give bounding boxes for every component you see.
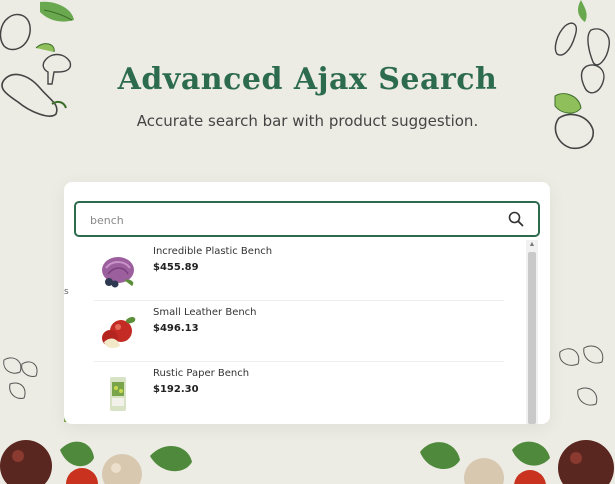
suggestions-scrollbar[interactable]: ▲ [526,240,538,424]
suggestion-price: $496.13 [153,323,199,334]
leaf-doodle-bottom-left [3,357,38,399]
suggestion-price: $455.89 [153,262,199,273]
suggestion-item[interactable]: Rustic Paper Bench $192.30 [94,362,504,423]
scroll-up-arrow-icon[interactable]: ▲ [526,240,538,250]
suggestion-item[interactable]: Incredible Plastic Bench $455.89 [94,240,504,301]
search-demo-card: s Incredible Plastic Bench $455.89 [64,182,550,424]
background-page-fragment: s [64,287,69,297]
search-box [74,201,540,237]
package-icon [96,374,140,414]
suggestion-name: Rustic Paper Bench [153,368,250,379]
suggestion-item[interactable]: Small Leather Bench $496.13 [94,301,504,362]
suggestion-name: Incredible Plastic Bench [153,246,273,257]
scrollbar-thumb[interactable] [528,252,536,424]
page-title: Advanced Ajax Search [117,62,498,97]
suggestion-name: Small Leather Bench [153,307,257,318]
apple-icon [96,312,140,352]
search-input[interactable] [90,211,490,229]
page-subtitle: Accurate search bar with product suggest… [136,112,479,130]
cabbage-icon [96,250,140,290]
suggestion-price: $192.30 [153,384,199,395]
search-suggestions: Incredible Plastic Bench $455.89 Small L… [94,240,534,424]
leaf-doodle-bottom-right [559,345,604,406]
search-icon[interactable] [508,211,524,227]
produce-decoration-bottom [0,440,614,484]
